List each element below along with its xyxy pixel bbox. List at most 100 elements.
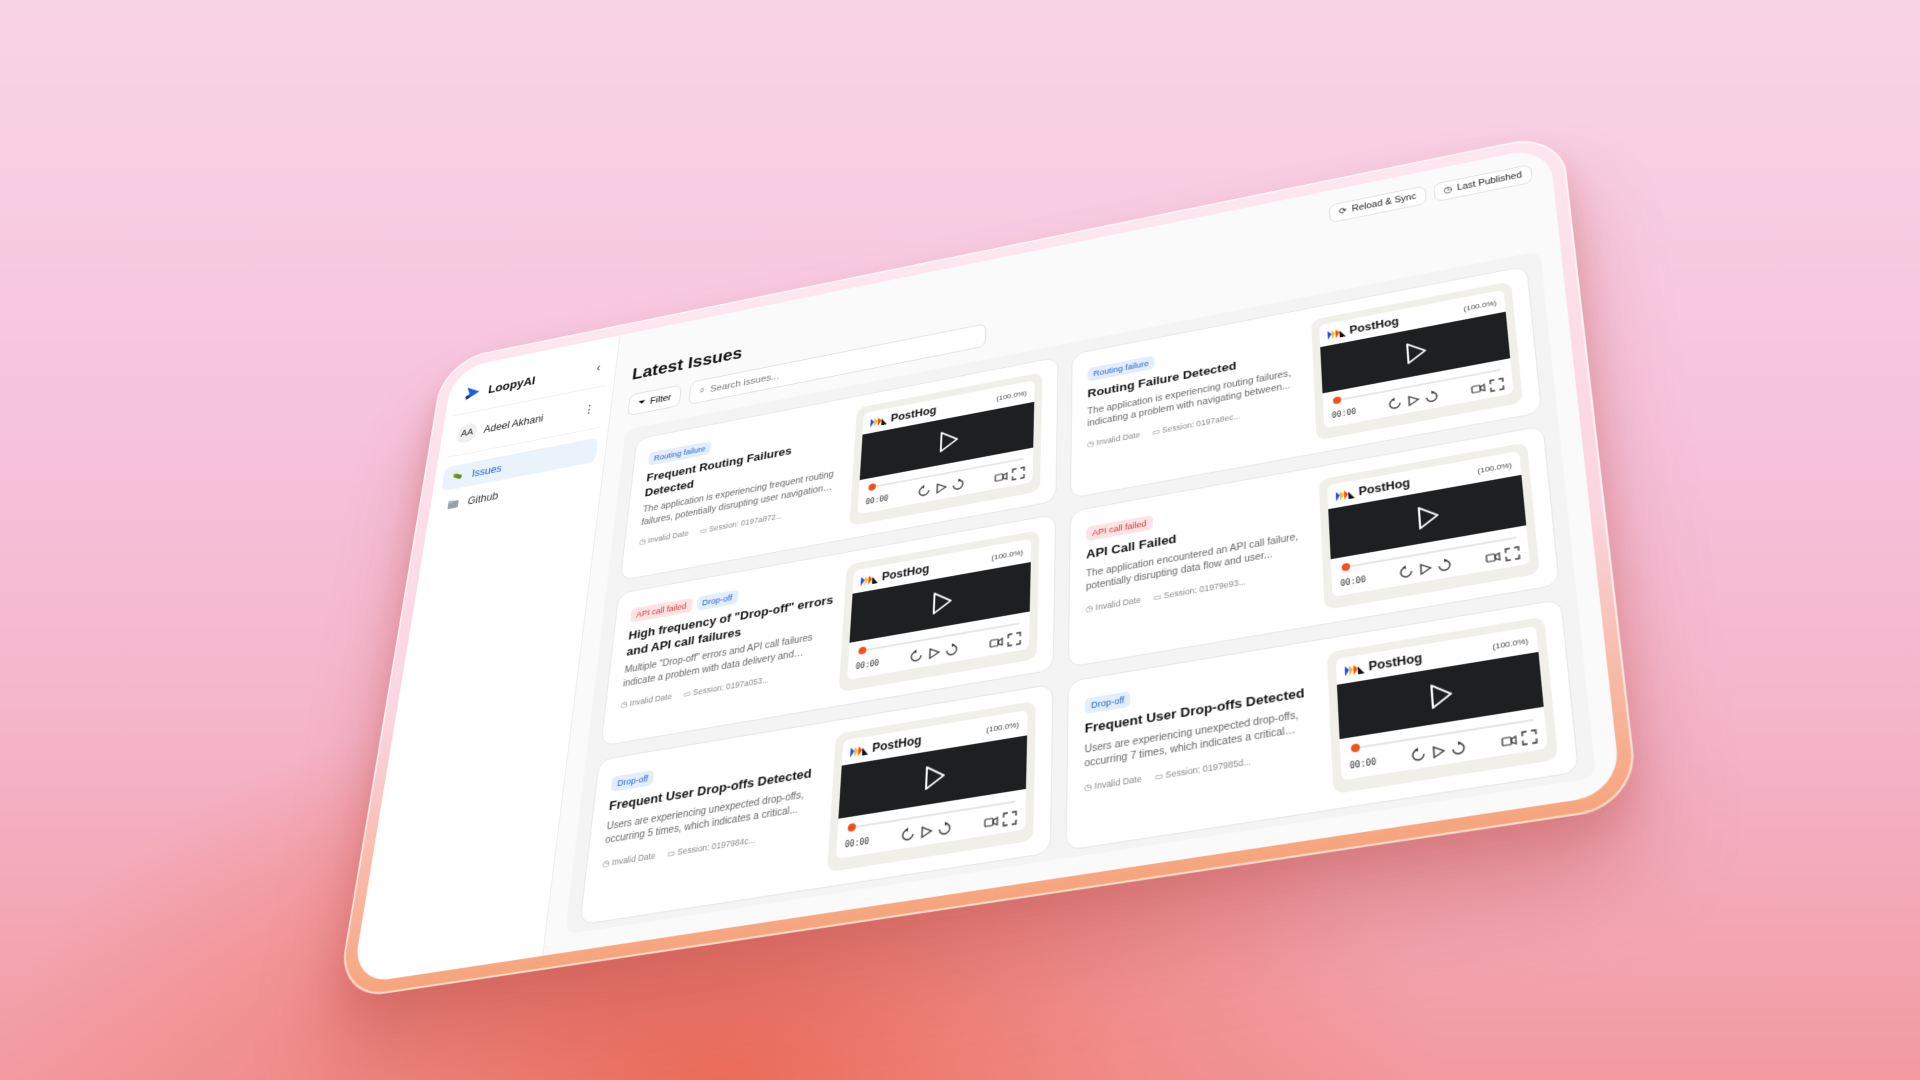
replay-percent: (100.0%) [996,388,1027,403]
session-replay-player: PostHog (100.0%) 00:00 [1326,616,1559,795]
progress-handle[interactable] [868,482,877,492]
player-frame: PostHog (100.0%) 00:00 [857,380,1035,515]
time-display: 00:00 [1349,756,1377,771]
session-replay-player: PostHog (100.0%) 00:00 [827,700,1036,873]
session-replay-player: PostHog (100.0%) 00:00 [1310,281,1523,441]
filter-button[interactable]: ⏷ Filter [627,384,683,417]
player-frame: PostHog (100.0%) 00:00 [1335,625,1548,781]
player-frame: PostHog (100.0%) 00:00 [835,710,1028,859]
issue-date: ◷ Invalid Date [602,850,657,869]
issue-info: Routing failure Routing Failure Detected… [1087,322,1305,482]
clock-icon: ◷ [1085,602,1094,614]
replay-percent: (100.0%) [986,719,1020,734]
progress-handle[interactable] [1350,743,1361,753]
bug-icon [453,473,463,480]
playback-controls [1398,557,1452,580]
issue-date: ◷ Invalid Date [620,691,673,710]
forward-icon[interactable] [1437,557,1453,573]
time-display: 00:00 [1340,574,1367,588]
video-icon: ▭ [699,525,708,536]
fullscreen-icon[interactable] [1007,631,1021,647]
player-frame: PostHog (100.0%) 00:00 [1319,289,1514,429]
search-icon: ⌕ [698,385,706,396]
sidebar-item-label: Issues [471,462,503,480]
session-replay-player: PostHog (100.0%) 00:00 [1318,442,1540,611]
camera-icon[interactable] [994,469,1008,484]
play-button-icon[interactable] [1406,393,1421,408]
fullscreen-icon[interactable] [1521,729,1538,746]
more-options-icon[interactable]: ⋮ [582,401,597,417]
posthog-logo-icon [850,745,869,758]
issue-info: Routing failure Frequent Routing Failure… [637,410,846,565]
view-controls [984,810,1018,829]
progress-handle[interactable] [858,646,867,655]
issue-info: API call failed API Call Failed The appl… [1085,482,1312,651]
rewind-icon[interactable] [900,826,915,842]
play-icon [1407,498,1445,536]
video-icon: ▭ [1153,591,1162,602]
playback-controls [917,477,965,498]
issue-info: Drop-off Frequent User Drop-offs Detecte… [1084,655,1320,833]
rewind-icon[interactable] [917,484,931,499]
issue-date: ◷ Invalid Date [1084,773,1142,793]
clock-icon: ◷ [1084,781,1093,793]
player-controls: 00:00 [1349,729,1538,773]
progress-handle[interactable] [1332,396,1342,405]
progress-handle[interactable] [1341,562,1351,572]
sidebar-item-label: Github [466,489,499,508]
issue-info: Drop-off Frequent User Drop-offs Detecte… [598,736,825,908]
forward-icon[interactable] [937,821,952,837]
play-button-icon[interactable] [1417,561,1433,577]
camera-icon[interactable] [984,813,999,829]
rewind-icon[interactable] [909,648,923,663]
issue-session: ▭ Session: 0197984c... [666,834,757,859]
time-display: 00:00 [844,836,870,850]
loopyai-logo-icon [465,385,481,401]
issue-date: ◷ Invalid Date [638,528,690,547]
time-display: 00:00 [1331,406,1357,420]
progress-handle[interactable] [847,822,857,833]
app-screen: LoopyAI ‹ AA Adeel Akhani ⋮ Issues Githu… [351,145,1622,985]
player-frame: PostHog (100.0%) 00:00 [1327,450,1530,598]
clock-icon: ◷ [620,699,629,710]
camera-icon[interactable] [989,635,1003,650]
view-controls [1470,377,1504,395]
view-controls [1501,729,1538,749]
posthog-logo-icon [860,575,879,587]
posthog-logo-icon [1344,664,1365,677]
forward-icon[interactable] [951,477,965,492]
camera-icon[interactable] [1501,732,1518,749]
forward-icon[interactable] [1424,389,1439,404]
avatar: AA [455,421,479,445]
fullscreen-icon[interactable] [1489,377,1505,392]
issue-date: ◷ Invalid Date [1087,429,1141,449]
camera-icon[interactable] [1485,549,1501,565]
video-icon: ▭ [1154,769,1164,782]
play-button-icon[interactable] [1430,743,1447,760]
time-display: 00:00 [865,493,889,506]
rewind-icon[interactable] [1398,564,1414,580]
forward-icon[interactable] [945,642,959,657]
rewind-icon[interactable] [1410,746,1427,763]
tablet-device: LoopyAI ‹ AA Adeel Akhani ⋮ Issues Githu… [336,131,1640,1001]
fullscreen-icon[interactable] [1002,810,1017,826]
play-button-icon[interactable] [919,824,934,840]
forward-icon[interactable] [1450,740,1467,757]
play-icon [1396,335,1433,371]
fullscreen-icon[interactable] [1504,546,1520,562]
user-name: Adeel Akhani [482,412,544,436]
clock-icon: ◷ [1087,438,1095,449]
session-replay-player: PostHog (100.0%) 00:00 [849,372,1043,527]
fullscreen-icon[interactable] [1011,466,1025,481]
main-content: ⟳ Reload & Sync ◷ Last Published Latest … [543,146,1621,956]
play-button-icon[interactable] [927,645,941,660]
camera-icon[interactable] [1470,381,1486,396]
filter-label: Filter [649,392,672,406]
play-icon [930,424,963,459]
view-controls [989,631,1021,650]
collapse-sidebar-icon[interactable]: ‹ [596,361,602,374]
issue-tag: Drop-off [610,769,655,793]
rewind-icon[interactable] [1387,396,1402,411]
playback-controls [1387,389,1439,411]
play-button-icon[interactable] [934,481,948,496]
